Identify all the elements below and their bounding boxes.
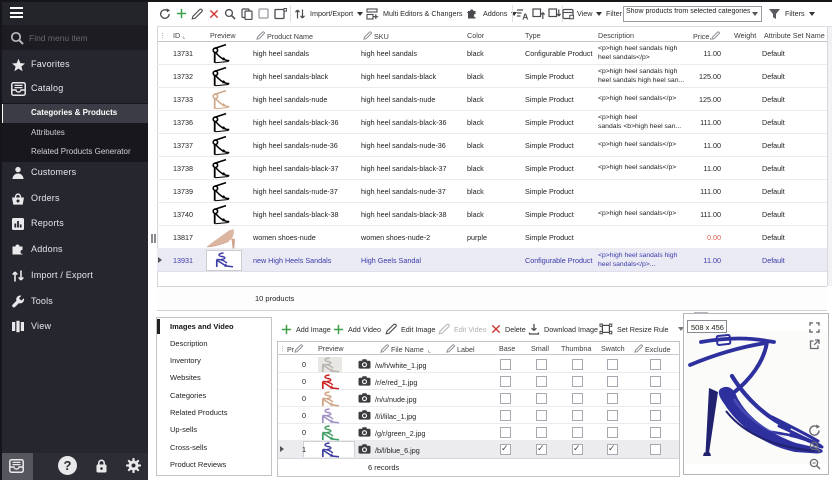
svg-text:A: A (522, 11, 528, 20)
